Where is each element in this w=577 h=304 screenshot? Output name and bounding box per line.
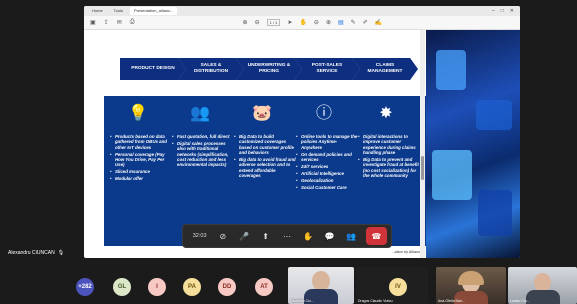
chevron-claims-management: CLAIMS MANAGEMENT [352,58,418,80]
presenter-label: Alexandru CIUNCAN 🎙 [8,250,64,256]
claims-burst-icon: ✸ [379,105,393,122]
avatar[interactable]: I [148,278,166,296]
list-item: Fast quotation, full direct [172,134,234,140]
pdf-tools: ⊕ ⊖ 1 / 1 ➤ ✋ ⊖ ⊕ ▤ ✎ ✐ ✍ [243,19,382,26]
piggy-bank-icon: 🐷 [252,105,272,122]
value-chain-chevrons: PRODUCT DESIGN SALES & DISTRIBUTION UNDE… [120,58,418,80]
browser-tab-bar: Home Tools Presentation_allianz... – □ ✕ [84,6,520,16]
avatar[interactable]: IV [389,278,407,296]
list-item: Social Customer Care [296,185,358,191]
chevron-sales-distribution: SALES & DISTRIBUTION [178,58,244,80]
tile-label: Dragos Claudiu Vlaicu [358,299,393,303]
close-icon[interactable]: ✕ [510,8,514,14]
more-participants-badge[interactable]: +282 [76,278,94,296]
participants-icon[interactable]: 👥 [340,227,361,245]
list-item: Personal coverage (Pay How You Drive, Pa… [110,152,172,168]
tile-label: Lucian Ciu... [510,299,530,303]
raise-hand-icon[interactable]: ✋ [298,227,319,245]
glow-shape [432,150,472,200]
tile-label: Laurentiu Ciu... [290,299,314,303]
video-tile[interactable]: Ana-Ofelia Bad... [436,267,506,304]
avatar[interactable]: GL [113,278,131,296]
slide-footer: ...ation by Allianz [391,250,421,254]
list-item: Big Data to prevent and investigate frau… [358,157,420,179]
list-item: Digital interactions to improve customer… [358,134,420,156]
save-icon[interactable]: ▣ [90,19,96,26]
minimize-icon[interactable]: – [492,8,495,14]
comment-icon[interactable]: ▤ [338,19,344,26]
list-item: Artificial Intelligence [296,171,358,177]
email-icon[interactable]: ✉ [117,19,122,26]
meeting-timer: 32:03 [192,233,207,239]
scrollbar-track[interactable] [420,30,425,258]
select-cursor-icon[interactable]: ➤ [287,19,292,26]
avatar[interactable]: PA [183,278,201,296]
teams-meeting-window: Home Tools Presentation_allianz... – □ ✕… [0,0,577,304]
column-underwriting-pricing: Big Data to build customized coverages b… [234,134,296,180]
presenter-name: Alexandru CIUNCAN [8,250,55,256]
more-options-icon[interactable]: ⋯ [276,227,297,245]
tile-label: Ana-Ofelia Bad... [438,299,465,303]
participant-hair [458,271,484,285]
share-screen-icon[interactable]: ⬆ [255,227,276,245]
glow-shape [476,100,512,130]
chevron-product-design: PRODUCT DESIGN [120,58,186,80]
chat-icon[interactable]: 💬 [319,227,340,245]
list-item: Big data to avoid fraud and adverse sele… [234,157,296,179]
print-icon[interactable]: ⎙ [130,19,135,26]
chevron-post-sales-service: POST-SALES SERVICE [294,58,360,80]
people-network-icon: 👥 [190,105,210,122]
column-sales-distribution: Fast quotation, full direct Digital sale… [172,134,234,169]
digital-art-image [426,30,520,258]
scrollbar-thumb[interactable] [421,156,424,180]
column-product-design: Products based on data gathered from OBU… [110,134,172,183]
hang-up-button[interactable]: ☎ [365,227,387,245]
avatar[interactable]: DD [218,278,236,296]
list-item: 24/7 services [296,164,358,170]
upload-icon[interactable]: ⇪ [104,19,109,26]
mic-off-icon[interactable]: 🎤 [234,227,255,245]
window-controls: – □ ✕ [492,8,520,14]
participants-strip: +282 GL I PA DD AT Laurentiu Ciu... Drag… [0,264,577,304]
sign-icon[interactable]: ✍ [375,19,382,26]
participant-face [312,271,330,291]
meeting-controls-bar: 32:03 ⊘ 🎤 ⬆ ⋯ ✋ 💬 👥 ☎ [182,224,392,248]
zoom-out-icon[interactable]: ⊖ [314,19,319,26]
list-item: On demand policies and services [296,152,358,163]
tab-document[interactable]: Presentation_allianz... [130,7,178,15]
list-item: Digital sales processes also with tradit… [172,141,234,168]
column-post-sales-service: Online tools to manage the policies Anyt… [296,134,358,192]
chevron-underwriting-pricing: UNDERWRITING & PRICING [236,58,302,80]
shared-screen: Home Tools Presentation_allianz... – □ ✕… [84,6,520,258]
highlight-icon[interactable]: ✎ [351,19,356,26]
glow-shape [436,50,466,90]
list-item: Products based on data gathered from OBU… [110,134,172,150]
glow-shape [478,190,512,236]
page-up-icon[interactable]: ⊕ [243,19,248,26]
column-claims-management: Digital interactions to improve customer… [358,134,420,180]
hand-icon[interactable]: ✋ [299,19,306,26]
camera-off-icon[interactable]: ⊘ [212,227,233,245]
lightbulb-icon: 💡 [128,105,148,122]
tab-home[interactable]: Home [88,7,107,15]
pdf-toolbar: ▣ ⇪ ✉ ⎙ ⊕ ⊖ 1 / 1 ➤ ✋ ⊖ ⊕ ▤ ✎ ✐ ✍ [84,16,520,30]
avatar[interactable]: AT [255,278,273,296]
video-tile[interactable]: Lucian Ciu... [508,267,577,304]
tab-tools[interactable]: Tools [110,7,127,15]
list-item: Sliced Insurance [110,169,172,175]
video-tile[interactable]: Laurentiu Ciu... [288,267,354,304]
list-item: Geolocalization [296,178,358,184]
zoom-in-icon[interactable]: ⊕ [326,19,331,26]
draw-icon[interactable]: ✐ [363,19,368,26]
list-item: Big Data to build customized coverages b… [234,134,296,156]
info-icon: ⓘ [315,105,332,122]
list-item: Modular offer [110,176,172,182]
page-down-icon[interactable]: ⊖ [255,19,260,26]
mic-icon: 🎙 [57,250,65,256]
maximize-icon[interactable]: □ [501,8,504,14]
page-indicator[interactable]: 1 / 1 [266,19,281,26]
participant-body [526,290,560,304]
list-item: Online tools to manage the policies Anyt… [296,134,358,150]
